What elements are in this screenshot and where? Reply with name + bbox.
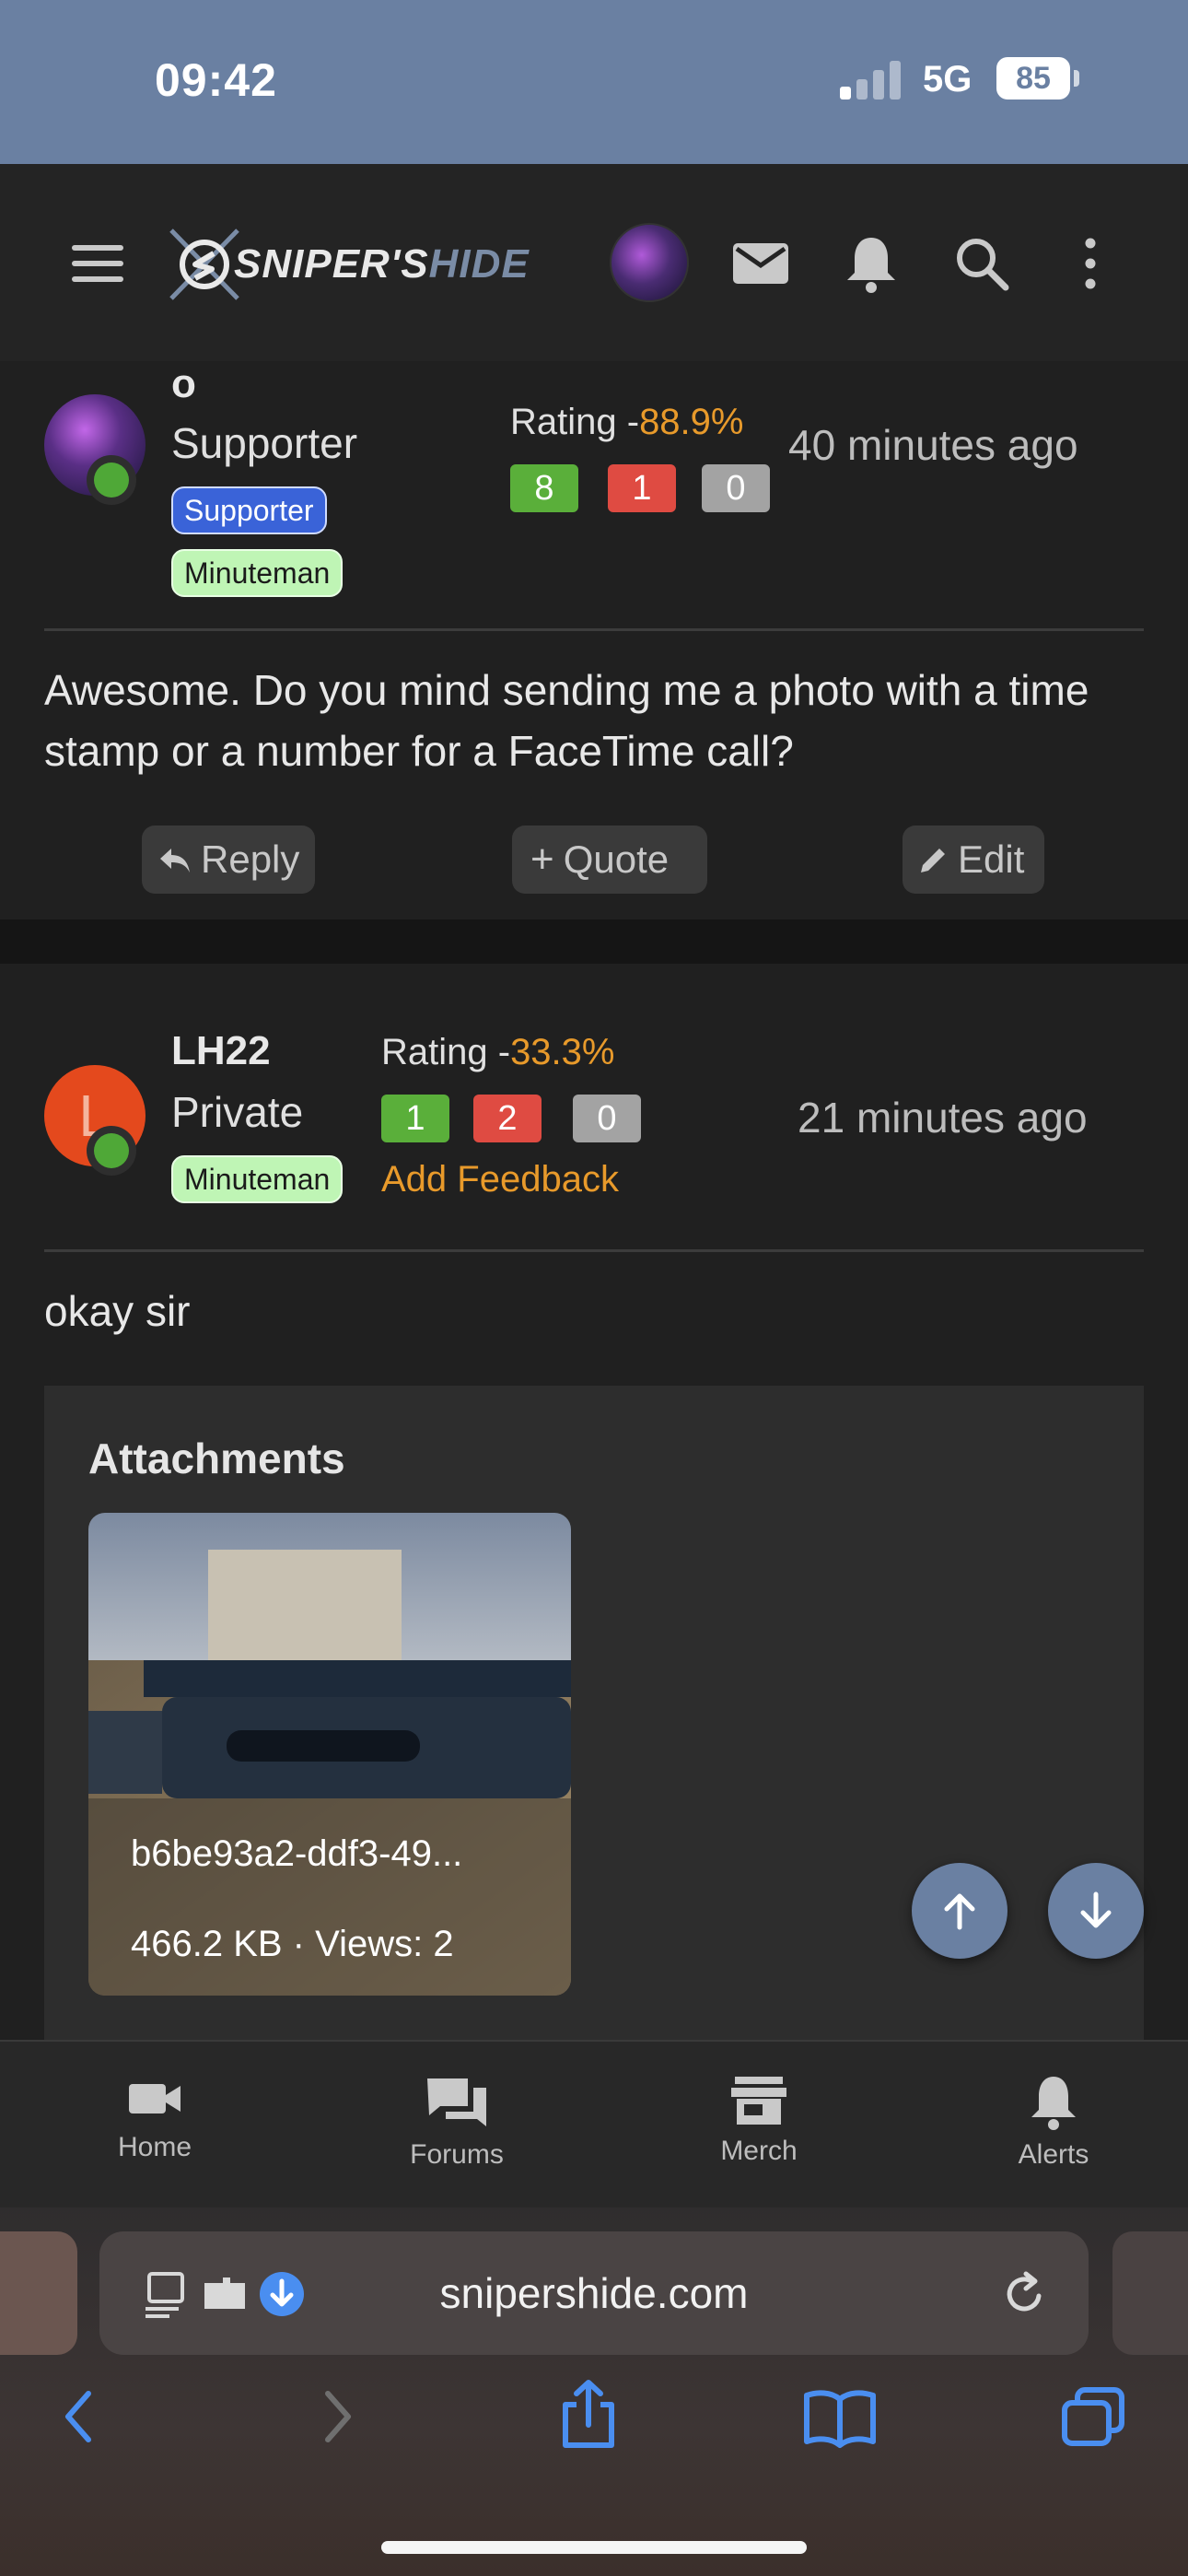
rating-percent: 88.9% xyxy=(639,402,744,442)
arrow-down-icon xyxy=(1080,1891,1112,1928)
mail-icon[interactable] xyxy=(728,230,794,297)
store-icon xyxy=(731,2077,786,2125)
post-divider xyxy=(44,628,1144,631)
nav-home[interactable]: Home xyxy=(63,2073,247,2163)
rating-prefix: Rating - xyxy=(510,402,640,442)
bell-icon xyxy=(1031,2077,1076,2130)
previous-tab-preview[interactable] xyxy=(0,2231,77,2355)
post-username[interactable]: o xyxy=(171,361,196,407)
minuteman-badge: Minuteman xyxy=(171,1155,344,1203)
quote-button[interactable]: + Quote xyxy=(512,825,707,894)
post-body: Awesome. Do you mind sending me a photo … xyxy=(44,666,1089,775)
neutral-score: 0 xyxy=(702,464,770,512)
rating-prefix: Rating - xyxy=(381,1032,511,1072)
back-icon[interactable] xyxy=(57,2384,103,2449)
nav-forums[interactable]: Forums xyxy=(365,2073,549,2171)
status-bar: 09:42 5G 85 xyxy=(0,0,1188,164)
rating-percent: 33.3% xyxy=(510,1032,615,1072)
online-status-icon xyxy=(87,1126,136,1176)
logo-main: SNIPER'S xyxy=(234,241,429,287)
browser-chrome: snipershide.com xyxy=(0,2207,1188,2576)
edit-button[interactable]: Edit xyxy=(903,825,1044,894)
url-text: snipershide.com xyxy=(439,2269,749,2317)
reply-button[interactable]: Reply xyxy=(142,825,315,894)
nav-alerts-label: Alerts xyxy=(1018,2139,1089,2170)
logo-text: SNIPER'SHIDE xyxy=(234,241,530,287)
logo-accent: HIDE xyxy=(428,241,530,287)
share-icon[interactable] xyxy=(556,2377,621,2451)
home-indicator[interactable] xyxy=(381,2541,807,2554)
edit-label: Edit xyxy=(958,837,1025,881)
bell-icon[interactable] xyxy=(838,230,904,297)
reply-icon xyxy=(160,849,190,872)
post-message: o Supporter Supporter Minuteman Rating -… xyxy=(0,361,1188,919)
next-tab-preview[interactable] xyxy=(1112,2231,1188,2355)
site-logo[interactable]: SNIPER'SHIDE xyxy=(168,223,554,306)
reply-label: Reply xyxy=(201,837,300,881)
tabs-icon[interactable] xyxy=(1059,2384,1127,2449)
arrow-up-icon xyxy=(944,1893,975,1930)
post-body: okay sir xyxy=(44,1287,191,1335)
post-divider xyxy=(44,1249,1144,1252)
bookmarks-icon[interactable] xyxy=(803,2384,877,2449)
positive-score: 8 xyxy=(510,464,578,512)
user-title: Private xyxy=(171,1088,304,1136)
rating-label: Rating -33.3% xyxy=(381,1032,614,1073)
user-avatar[interactable] xyxy=(610,223,689,302)
nav-home-label: Home xyxy=(117,2132,192,2162)
post-time[interactable]: 40 minutes ago xyxy=(788,420,1078,470)
menu-icon[interactable] xyxy=(72,245,123,282)
neutral-score: 0 xyxy=(573,1095,641,1142)
more-vertical-icon[interactable] xyxy=(1057,230,1124,297)
attachment-file-meta: 466.2 KB · Views: 2 xyxy=(131,1924,454,1964)
nav-alerts[interactable]: Alerts xyxy=(961,2073,1146,2171)
minuteman-badge: Minuteman xyxy=(171,549,344,597)
forward-icon[interactable] xyxy=(313,2384,359,2449)
scroll-up-button[interactable] xyxy=(912,1863,1007,1959)
bottom-navigation: Home Forums Merch Alerts xyxy=(0,2040,1188,2207)
plus-icon: + xyxy=(530,837,554,882)
scroll-down-button[interactable] xyxy=(1048,1863,1144,1959)
supporter-badge: Supporter xyxy=(171,486,327,534)
negative-score: 1 xyxy=(608,464,676,512)
attachment-thumbnail[interactable]: b6be93a2-ddf3-49... 466.2 KB · Views: 2 xyxy=(88,1513,571,1996)
pencil-icon xyxy=(921,849,945,872)
add-feedback-link[interactable]: Add Feedback xyxy=(381,1159,619,1200)
reload-icon[interactable] xyxy=(998,2268,1050,2320)
user-title: Supporter xyxy=(171,419,358,467)
online-status-icon xyxy=(87,455,136,505)
negative-score: 2 xyxy=(473,1095,542,1142)
post-separator xyxy=(0,919,1188,964)
post-username[interactable]: LH22 xyxy=(171,1028,271,1074)
video-camera-icon xyxy=(129,2084,181,2113)
rating-label: Rating -88.9% xyxy=(510,402,743,443)
app-header: SNIPER'SHIDE xyxy=(0,164,1188,361)
crosshair-logo-icon xyxy=(169,228,239,300)
nav-merch[interactable]: Merch xyxy=(667,2073,851,2167)
cellular-signal-icon xyxy=(840,61,906,100)
chat-bubbles-icon xyxy=(427,2078,486,2126)
quote-label: Quote xyxy=(563,837,670,881)
network-type: 5G xyxy=(923,59,973,100)
attachments-block: Attachments b6be93a2-ddf3-49... 466.2 KB… xyxy=(44,1386,1144,2040)
search-icon[interactable] xyxy=(949,230,1015,297)
battery-icon: 85 xyxy=(996,57,1070,100)
post-time[interactable]: 21 minutes ago xyxy=(798,1093,1088,1142)
attachment-file-name: b6be93a2-ddf3-49... xyxy=(131,1833,463,1874)
positive-score: 1 xyxy=(381,1095,449,1142)
battery-tip xyxy=(1074,70,1079,87)
attachments-title: Attachments xyxy=(88,1434,345,1482)
address-bar[interactable]: snipershide.com xyxy=(99,2231,1089,2355)
nav-forums-label: Forums xyxy=(410,2139,504,2170)
post-message: L LH22 Private Minuteman Rating -33.3% 1… xyxy=(0,964,1188,2040)
status-time: 09:42 xyxy=(155,54,277,106)
nav-merch-label: Merch xyxy=(720,2136,798,2166)
